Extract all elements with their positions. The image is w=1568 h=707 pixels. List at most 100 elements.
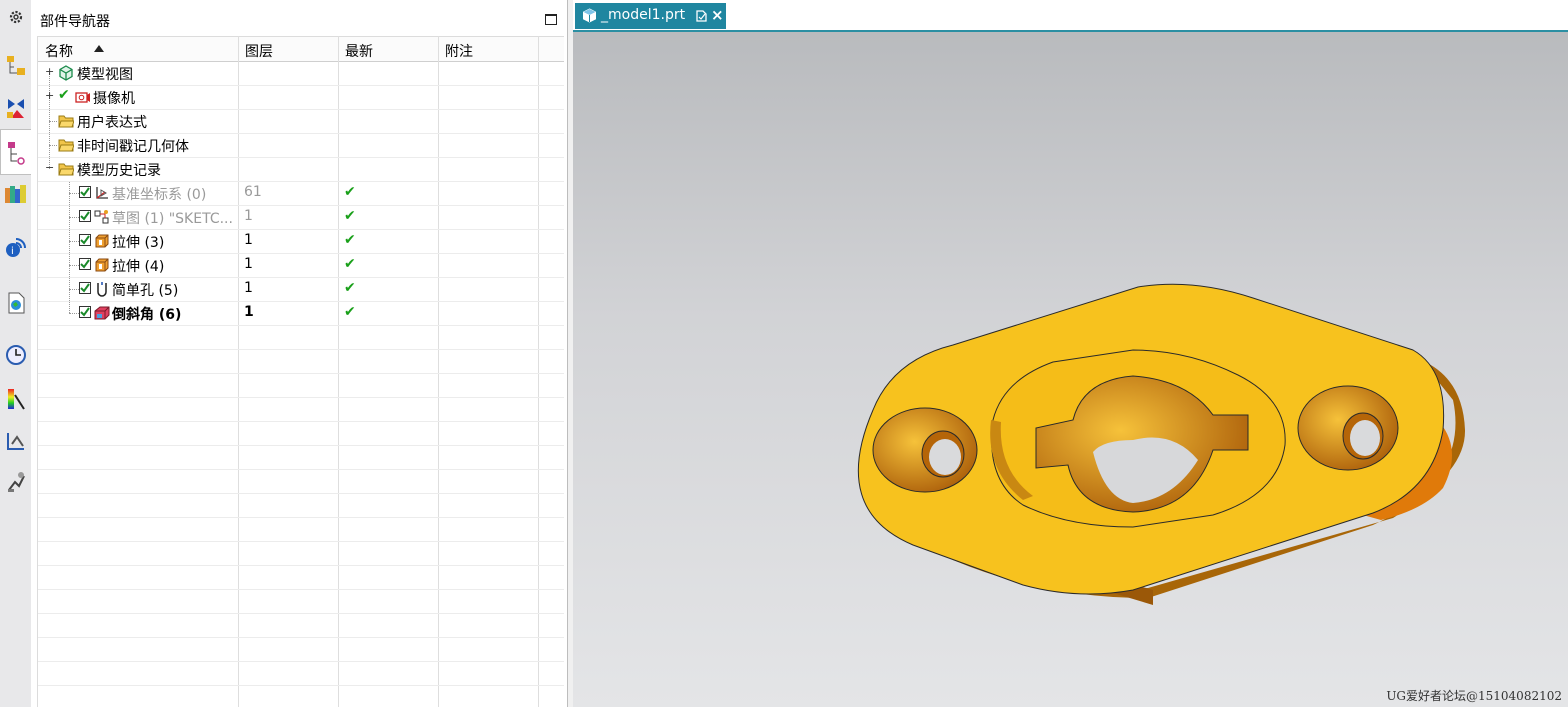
empty-row: [38, 589, 564, 614]
empty-row: [38, 517, 564, 542]
assembly-navigator-icon[interactable]: [3, 53, 29, 79]
checkbox[interactable]: [79, 306, 91, 318]
part-navigator-icon[interactable]: [0, 129, 31, 175]
extrude-icon: [94, 257, 110, 273]
column-name-header[interactable]: 名称: [45, 41, 73, 61]
empty-row: [38, 373, 564, 398]
expand-icon[interactable]: +: [45, 66, 54, 77]
checkbox[interactable]: [79, 186, 91, 198]
model-views-icon: [58, 65, 74, 81]
tree-row-datum-csys[interactable]: 基准坐标系 (0) 61 ✔: [38, 181, 564, 206]
empty-row: [38, 637, 564, 662]
row-name: 简单孔 (5): [112, 283, 179, 299]
tree-row-model-views[interactable]: + 模型视图: [38, 61, 564, 86]
reuse-library-icon[interactable]: [3, 181, 29, 207]
tree-row-simple-hole[interactable]: 简单孔 (5) 1 ✔: [38, 277, 564, 302]
empty-row: [38, 469, 564, 494]
row-layer: 1: [244, 304, 254, 320]
part-model-3d-view[interactable]: [573, 0, 1568, 707]
tree-connector: [69, 289, 79, 290]
folder-icon: [58, 113, 75, 129]
row-name: 非时间戳记几何体: [77, 139, 189, 155]
empty-row: [38, 421, 564, 446]
hole-icon: [94, 281, 110, 297]
row-layer: 61: [244, 184, 262, 200]
sort-ascending-icon: [94, 45, 104, 52]
latest-check-icon: ✔: [344, 280, 356, 296]
extrude-icon: [94, 233, 110, 249]
tree-connector: [69, 313, 79, 314]
tree-row-extrude-3[interactable]: 拉伸 (3) 1 ✔: [38, 229, 564, 254]
row-name: 草图 (1) "SKETC...: [112, 211, 233, 227]
row-name: 拉伸 (3): [112, 235, 165, 251]
empty-row: [38, 325, 564, 350]
tree-row-extrude-4[interactable]: 拉伸 (4) 1 ✔: [38, 253, 564, 278]
tree-row-model-history[interactable]: − 模型历史记录: [38, 157, 564, 182]
expand-icon[interactable]: +: [45, 90, 54, 101]
empty-row: [38, 493, 564, 518]
latest-check-icon: ✔: [344, 304, 356, 320]
empty-row: [38, 613, 564, 638]
constraint-navigator-icon[interactable]: [3, 95, 29, 121]
web-browser-icon[interactable]: [3, 290, 29, 316]
visible-check-icon[interactable]: ✔: [58, 87, 74, 103]
system-scene-icon[interactable]: [3, 428, 29, 454]
empty-row: [38, 565, 564, 590]
info-feed-icon[interactable]: i: [3, 234, 29, 260]
tree-row-cameras[interactable]: + ✔ 摄像机: [38, 85, 564, 110]
row-layer: 1: [244, 208, 253, 224]
tree-row-sketch[interactable]: 草图 (1) "SKETC... 1 ✔: [38, 205, 564, 230]
row-name: 用户表达式: [77, 115, 147, 131]
tree-connector: [69, 193, 79, 194]
part-navigator-panel: 部件导航器 名称 图层 最新 附注 + 模型视图 + ✔ 摄像机 用户表达式 非…: [31, 0, 568, 707]
row-layer: 1: [244, 232, 253, 248]
watermark-text: UG爱好者论坛@15104082102: [1386, 689, 1562, 703]
column-note-header[interactable]: 附注: [445, 41, 473, 61]
folder-open-icon: [58, 161, 75, 177]
tree-row-chamfer[interactable]: 倒斜角 (6) 1 ✔: [38, 301, 564, 326]
column-latest-header[interactable]: 最新: [345, 41, 373, 61]
checkbox[interactable]: [79, 234, 91, 246]
svg-text:i: i: [11, 246, 14, 257]
row-layer: 1: [244, 280, 253, 296]
empty-row: [38, 349, 564, 374]
tree-connector: [69, 217, 79, 218]
sketch-icon: [94, 209, 110, 225]
row-name: 模型历史记录: [77, 163, 161, 179]
navigator-title: 部件导航器: [40, 14, 110, 30]
row-name: 拉伸 (4): [112, 259, 165, 275]
resource-bar: i: [0, 0, 32, 707]
folder-icon: [58, 137, 75, 153]
empty-row: [38, 397, 564, 422]
latest-check-icon: ✔: [344, 256, 356, 272]
checkbox[interactable]: [79, 210, 91, 222]
checkbox[interactable]: [79, 258, 91, 270]
navigator-header: 部件导航器: [31, 0, 567, 36]
tree-connector: [69, 241, 79, 242]
latest-check-icon: ✔: [344, 208, 356, 224]
tree-connector: [69, 265, 79, 266]
checkbox[interactable]: [79, 282, 91, 294]
empty-row: [38, 685, 564, 707]
row-layer: 1: [244, 256, 253, 272]
tree-row-user-expressions[interactable]: 用户表达式: [38, 109, 564, 134]
column-layer-header[interactable]: 图层: [245, 41, 273, 61]
settings-icon[interactable]: [3, 4, 29, 30]
process-studio-icon[interactable]: [3, 469, 29, 495]
empty-row: [38, 661, 564, 686]
empty-row: [38, 541, 564, 566]
navigator-tree-table: 名称 图层 最新 附注 + 模型视图 + ✔ 摄像机 用户表达式 非时间戳记几何…: [37, 36, 564, 707]
history-clock-icon[interactable]: [3, 342, 29, 368]
collapse-icon[interactable]: −: [45, 162, 54, 173]
tree-row-non-timestamp-geometry[interactable]: 非时间戳记几何体: [38, 133, 564, 158]
row-name: 基准坐标系 (0): [112, 187, 207, 203]
maximize-icon[interactable]: [545, 14, 557, 25]
camera-icon: [75, 89, 91, 105]
row-name: 摄像机: [93, 91, 135, 107]
row-name: 模型视图: [77, 67, 133, 83]
row-name: 倒斜角 (6): [112, 307, 182, 323]
material-palette-icon[interactable]: [3, 386, 29, 412]
latest-check-icon: ✔: [344, 232, 356, 248]
chamfer-icon: [94, 305, 110, 321]
graphics-viewport[interactable]: _model1.prt × UG爱好者论坛@15104082102: [573, 0, 1568, 707]
